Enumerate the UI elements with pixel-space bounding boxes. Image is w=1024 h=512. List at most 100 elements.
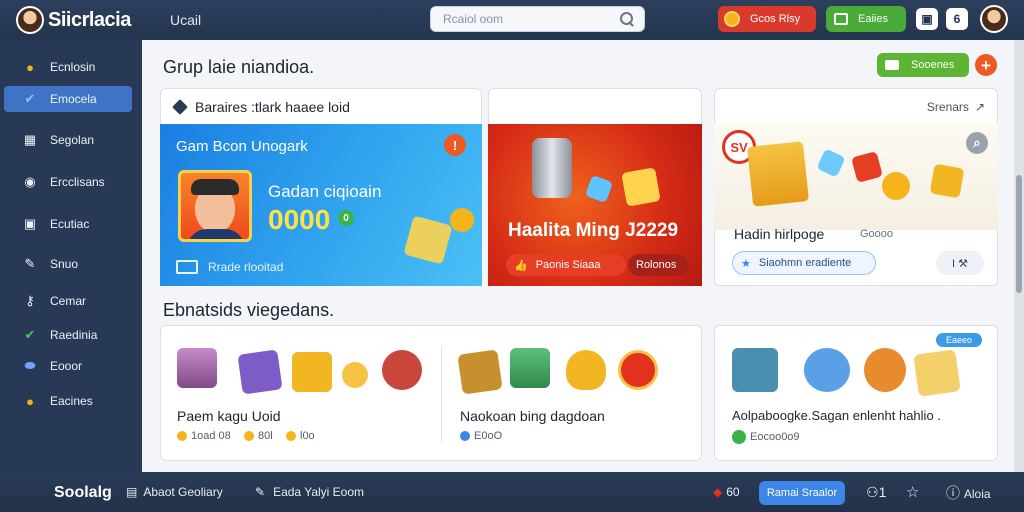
stat-value: Eocoo0o9 (750, 431, 800, 443)
card1-banner-title: Gam Bcon Unogark (176, 138, 308, 155)
card2-secondary-button[interactable]: Rolonos (628, 254, 688, 276)
people-count[interactable]: ⚇1 (866, 484, 886, 501)
recent-card-2-label: Naokoan bing dagdoan (460, 408, 605, 424)
sidebar-item-label: Cemar (50, 294, 87, 308)
key-icon: ⚷ (25, 293, 35, 308)
sidebar-item-2[interactable]: ▦ Segolan (4, 127, 132, 153)
search-input[interactable] (443, 12, 620, 26)
document-icon: ▤ (126, 485, 138, 499)
card1-footer[interactable]: Rrade rlooitad (176, 260, 283, 274)
shirt-shape (187, 229, 245, 239)
card-thumb (913, 349, 961, 397)
bottom-username[interactable]: Soolalg (54, 484, 112, 502)
sidebar-item-1[interactable]: ✔ Emocela (4, 86, 132, 112)
recent-card-1-stat: 1oad 08 (177, 430, 231, 442)
card3-header-text: Srenars (926, 100, 969, 114)
sidebar-item-label: Eacines (50, 394, 93, 408)
bottom-primary-button[interactable]: Ramai Sraalor (759, 481, 845, 505)
people-count-value: 1 (878, 484, 887, 500)
user-avatar[interactable] (980, 5, 1008, 33)
dice-icon (403, 215, 453, 265)
machine-thumb (732, 348, 778, 392)
milk-can-icon (532, 138, 572, 198)
coin-icon (450, 208, 474, 232)
card3-sub-text: Goooo (860, 228, 894, 240)
bottom-last-item[interactable]: ⓘ Aloia (946, 483, 991, 503)
info-icon: ⓘ (946, 485, 960, 501)
coin-icon (882, 172, 910, 200)
scrollbar[interactable] (1014, 40, 1024, 472)
messages-icon[interactable]: ▣ (916, 8, 938, 30)
card2-primary-button[interactable]: 👍 Paonis Siaaa (506, 254, 626, 276)
card2-secondary-label: Rolonos (636, 259, 677, 271)
info-badge[interactable]: ! (444, 134, 466, 156)
card3-info-badge[interactable]: ⌕ (966, 132, 988, 154)
sidebar-item-9[interactable]: ● Eacines (4, 388, 132, 414)
check-icon (732, 430, 746, 444)
gem-icon (816, 148, 846, 178)
sidebar-item-3[interactable]: ◉ Ercclisans (4, 169, 132, 195)
recent-card-1-stat: 80l (244, 430, 273, 442)
nav-link[interactable]: Ucail (170, 12, 201, 28)
card2-primary-label: Paonis Siaaa (535, 259, 601, 271)
coins-button[interactable]: Gcos Rlsy (718, 6, 816, 32)
bottom-item-1[interactable]: ▤ Abaot Geoliary (126, 485, 223, 499)
sidebar-item-label: Emocela (50, 92, 97, 106)
card3-tools-button[interactable]: I ⚒ (936, 251, 984, 275)
sidebar-item-6[interactable]: ⚷ Cemar (4, 288, 132, 314)
bottom-badge-value: 60 (726, 485, 740, 499)
sidebar-item-7[interactable]: ✔ Raedinia (4, 322, 132, 348)
section-title-recent: Ebnatsids viegedans. (163, 300, 335, 320)
diamond-icon: ◆ (713, 485, 723, 499)
thumbs-up-icon: 👍 (514, 259, 528, 272)
sidebar: ● Ecnlosin ✔ Emocela ▦ Segolan ◉ Ercclis… (0, 40, 142, 472)
card3-header: Srenars ↗ (715, 89, 997, 125)
crate-thumb (457, 349, 503, 395)
hat-shape (191, 179, 239, 195)
treasure-box-icon (747, 141, 809, 207)
share-icon[interactable]: ↗ (975, 100, 985, 114)
gift-icon (834, 13, 848, 25)
badge-thumb (618, 350, 658, 390)
sidebar-item-5[interactable]: ✎ Snuo (4, 251, 132, 277)
search-box[interactable] (430, 6, 645, 32)
card-header-text: Baraires :tlark haaee loid (195, 99, 350, 115)
house-thumb (804, 348, 850, 392)
bottom-user-avatar[interactable] (16, 6, 44, 34)
stat-value: E0oO (474, 430, 503, 442)
sidebar-item-0[interactable]: ● Ecnlosin (4, 54, 132, 80)
app-title: Siicrlacia (48, 8, 131, 31)
recent-card-group[interactable] (160, 325, 702, 461)
ticket-icon (885, 60, 899, 70)
notification-icon[interactable]: 6 (946, 8, 968, 30)
bottom-item-2[interactable]: ✎ Eada Yalyi Eoom (255, 485, 364, 499)
sidebar-item-4[interactable]: ▣ Ecutiac (4, 211, 132, 237)
scrollbar-thumb[interactable] (1016, 175, 1022, 293)
plus-button[interactable]: + (975, 54, 997, 76)
sidebar-item-label: Ercclisans (50, 175, 105, 189)
character-thumb (382, 350, 422, 390)
star-icon[interactable]: ☆ (906, 483, 919, 501)
coin-icon (286, 431, 296, 441)
sidebar-item-label: Ecutiac (50, 217, 90, 231)
coin-thumb (342, 362, 368, 388)
card2-banner-title: Haalita Ming J2229 (508, 220, 679, 241)
card3-action-button[interactable]: ★ Siaohmn eradiente (732, 251, 876, 275)
chat-icon: ◉ (24, 174, 36, 189)
card3-banner[interactable]: SV ⌕ Hadin hirlpoge Goooo (714, 124, 998, 242)
bottom-item-1-label: Abaot Geoliary (143, 485, 223, 499)
cube-icon (172, 99, 188, 115)
sidebar-item-8[interactable]: ⬬ Eooor (4, 353, 132, 379)
check-icon (460, 431, 470, 441)
coin-icon (177, 431, 187, 441)
card2-banner[interactable]: Haalita Ming J2229 👍 Paonis Siaaa Rolono… (488, 124, 702, 286)
card3-banner-title: Hadin hirlpoge (734, 226, 825, 242)
bottom-badge[interactable]: ◆ 60 (713, 485, 740, 499)
rewards-button[interactable]: Eaiies (826, 6, 906, 32)
ticket-icon (176, 260, 198, 274)
coin-icon: ● (26, 59, 34, 75)
search-icon[interactable] (620, 12, 634, 26)
add-button[interactable]: Sooenes (877, 53, 969, 77)
rewards-button-label: Eaiies (858, 13, 888, 25)
box-thumb (237, 349, 283, 395)
